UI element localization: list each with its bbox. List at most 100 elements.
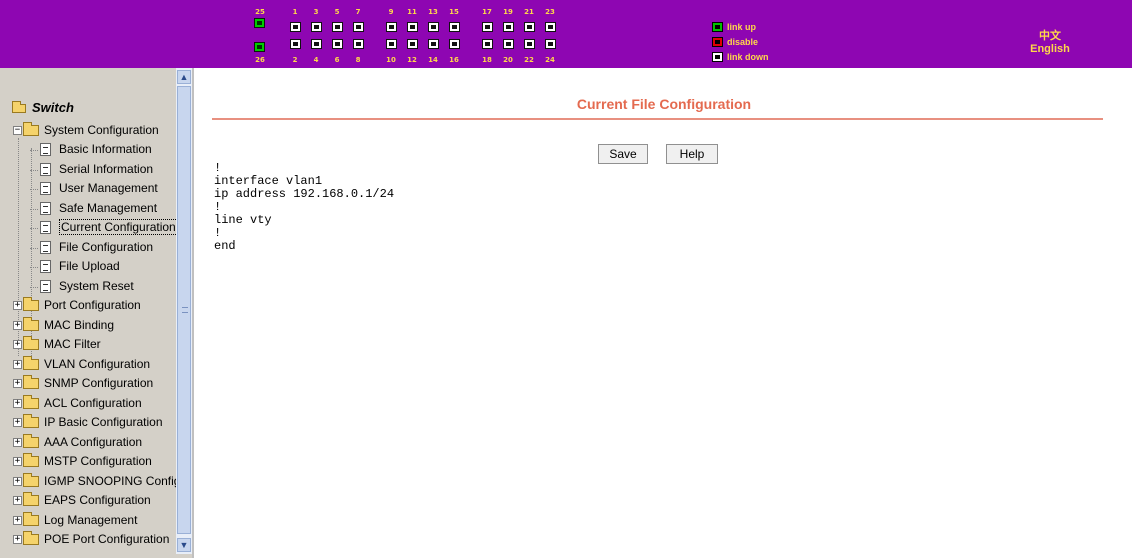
expand-icon[interactable]: +	[13, 379, 22, 389]
expand-icon[interactable]: +	[13, 320, 22, 330]
sidebar-item-label: Safe Management	[59, 200, 158, 215]
document-icon	[40, 240, 51, 254]
port-icon[interactable]	[332, 39, 343, 49]
tree-group-vlan-configuration[interactable]: + VLAN Configuration	[13, 355, 150, 374]
collapse-icon[interactable]: −	[13, 126, 22, 136]
navigation-sidebar: Switch − System Configuration Basic Infor…	[0, 68, 194, 558]
port-number-label: 4	[313, 56, 319, 64]
tree-group-poe-port-configuration[interactable]: + POE Port Configuration	[13, 530, 169, 549]
tree-group-aaa-configuration[interactable]: + AAA Configuration	[13, 433, 142, 452]
port-number-label: 11	[407, 8, 417, 16]
port-number-label: 3	[313, 8, 319, 16]
sidebar-item-user-management[interactable]: User Management	[40, 179, 158, 198]
scroll-down-icon[interactable]: ▼	[177, 538, 191, 552]
port-icon[interactable]	[545, 39, 556, 49]
port-status-panel: 25 26 1 2 3 4 5 6 7 8 9 10 11 12 13 14 15 16 17 18 19 20 21 22 2…	[254, 8, 574, 64]
expand-icon[interactable]: +	[13, 515, 22, 525]
expand-icon[interactable]: +	[13, 359, 22, 369]
tree-group-system-configuration[interactable]: − System Configuration	[13, 121, 159, 140]
sidebar-item-system-reset[interactable]: System Reset	[40, 277, 134, 296]
port-icon[interactable]	[386, 39, 397, 49]
port-icon[interactable]	[386, 22, 397, 32]
folder-icon	[23, 375, 39, 390]
expand-icon[interactable]: +	[13, 535, 22, 545]
port-number-label: 2	[292, 56, 298, 64]
tree-group-snmp-configuration[interactable]: + SNMP Configuration	[13, 374, 153, 393]
port-icon[interactable]	[353, 39, 364, 49]
sidebar-item-basic-information[interactable]: Basic Information	[40, 140, 152, 159]
port-icon[interactable]	[290, 39, 301, 49]
expand-icon[interactable]: +	[13, 340, 22, 350]
port-icon[interactable]	[524, 22, 535, 32]
tree-group-eaps-configuration[interactable]: + EAPS Configuration	[13, 491, 151, 510]
expand-icon[interactable]: +	[13, 457, 22, 467]
port-number-label: 1	[292, 8, 298, 16]
port-icon[interactable]	[482, 22, 493, 32]
port-icon[interactable]	[290, 22, 301, 32]
tree-group-port-configuration[interactable]: + Port Configuration	[13, 296, 141, 315]
scroll-up-icon[interactable]: ▲	[177, 70, 191, 84]
folder-icon	[23, 511, 39, 526]
folder-icon	[23, 394, 39, 409]
sidebar-group-label: AAA Configuration	[44, 434, 143, 449]
sidebar-group-label: SNMP Configuration	[44, 376, 154, 390]
tree-group-igmp-snooping-config[interactable]: + IGMP SNOOPING Config	[13, 472, 176, 491]
sidebar-group-label: MAC Binding	[44, 317, 115, 332]
port-icon[interactable]	[449, 22, 460, 32]
port-icon[interactable]	[311, 22, 322, 32]
configuration-text: ! interface vlan1 ip address 192.168.0.1…	[214, 161, 395, 253]
sidebar-item-file-upload[interactable]: File Upload	[40, 257, 120, 276]
port-icon[interactable]	[332, 22, 343, 32]
sidebar-group-label: VLAN Configuration	[44, 356, 151, 371]
sidebar-item-serial-information[interactable]: Serial Information	[40, 160, 153, 179]
folder-icon	[23, 453, 39, 468]
tree-group-mstp-configuration[interactable]: + MSTP Configuration	[13, 452, 152, 471]
expand-icon[interactable]: +	[13, 301, 22, 311]
port-icon[interactable]	[311, 39, 322, 49]
port-icon[interactable]	[482, 39, 493, 49]
port-icon[interactable]	[407, 22, 418, 32]
port-number-label: 12	[407, 56, 417, 64]
expand-icon[interactable]: +	[13, 418, 22, 428]
tree-group-acl-configuration[interactable]: + ACL Configuration	[13, 394, 142, 413]
expand-icon[interactable]: +	[13, 398, 22, 408]
port-icon[interactable]	[407, 39, 418, 49]
port-25-icon[interactable]	[254, 18, 265, 28]
language-english-link[interactable]: English	[1020, 43, 1080, 55]
tree-root-switch[interactable]: Switch	[12, 100, 74, 115]
sidebar-group-label: IP Basic Configuration	[44, 415, 163, 429]
port-icon[interactable]	[449, 39, 460, 49]
port-icon[interactable]	[428, 22, 439, 32]
tree-connector	[30, 247, 38, 249]
folder-icon	[23, 297, 39, 312]
port-icon[interactable]	[428, 39, 439, 49]
expand-icon[interactable]: +	[13, 496, 22, 506]
port-icon[interactable]	[524, 39, 535, 49]
sidebar-item-current-configuration[interactable]: Current Configuration	[40, 218, 176, 237]
sidebar-item-file-configuration[interactable]: File Configuration	[40, 238, 153, 257]
sidebar-group-label: Port Configuration	[44, 298, 141, 312]
sidebar-item-label: File Upload	[59, 259, 120, 273]
document-icon	[40, 162, 51, 176]
port-icon[interactable]	[353, 22, 364, 32]
language-chinese-link[interactable]: 中文	[1020, 27, 1080, 43]
port-icon[interactable]	[503, 22, 514, 32]
port-icon[interactable]	[503, 39, 514, 49]
tree-group-mac-filter[interactable]: + MAC Filter	[13, 335, 101, 354]
sidebar-scrollbar[interactable]: ▲ ▼	[176, 68, 192, 554]
link-down-icon	[712, 51, 723, 62]
document-icon	[40, 143, 51, 157]
sidebar-group-label: IGMP SNOOPING Config	[44, 473, 176, 488]
expand-icon[interactable]: +	[13, 437, 22, 447]
port-26-icon[interactable]	[254, 42, 265, 52]
expand-icon[interactable]: +	[13, 476, 22, 486]
help-button[interactable]: Help	[666, 144, 718, 164]
save-button[interactable]: Save	[598, 144, 648, 164]
sidebar-item-safe-management[interactable]: Safe Management	[40, 199, 157, 218]
tree-group-log-management[interactable]: + Log Management	[13, 511, 137, 530]
port-icon[interactable]	[545, 22, 556, 32]
sidebar-group-label: POE Port Configuration	[44, 532, 170, 546]
tree-group-ip-basic-configuration[interactable]: + IP Basic Configuration	[13, 413, 163, 432]
tree-group-mac-binding[interactable]: + MAC Binding	[13, 316, 114, 335]
scrollbar-thumb[interactable]	[177, 86, 191, 534]
